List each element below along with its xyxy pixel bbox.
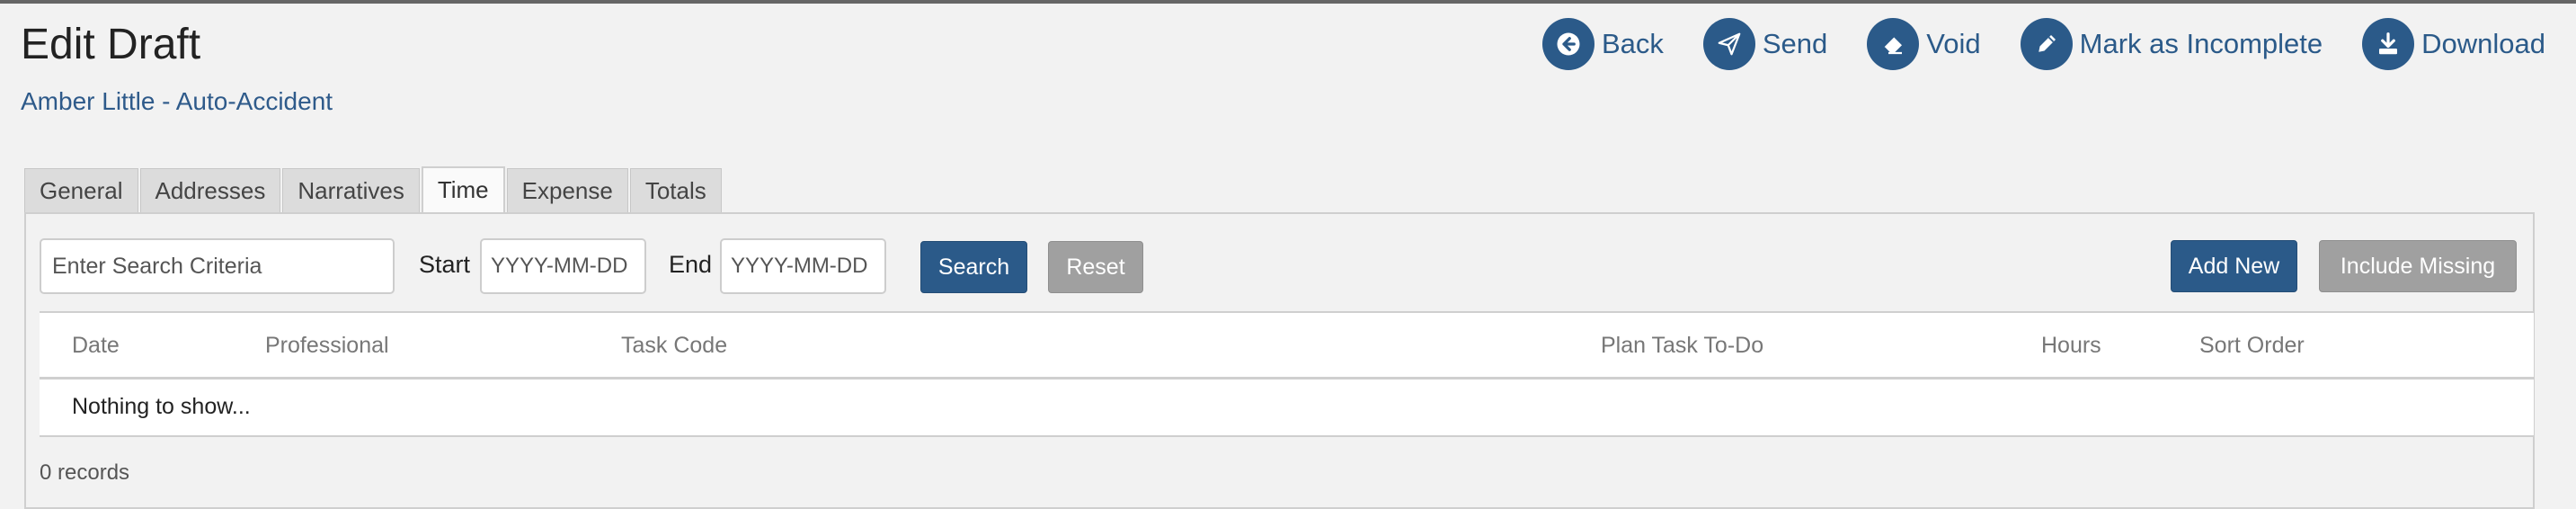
- void-label: Void: [1926, 28, 1981, 59]
- download-icon: [2362, 18, 2415, 70]
- time-table: Date Professional Task Code Plan Task To…: [40, 311, 2534, 437]
- action-toolbar: Back Send Void Mark as Incomplete Downlo…: [1541, 18, 2545, 70]
- end-date-input[interactable]: [720, 238, 886, 294]
- send-label: Send: [1762, 28, 1828, 59]
- tab-bar: General Addresses Narratives Time Expens…: [24, 166, 724, 212]
- tab-general[interactable]: General: [24, 168, 138, 212]
- tab-time[interactable]: Time: [421, 166, 505, 212]
- record-count: 0 records: [40, 460, 130, 485]
- tab-narratives[interactable]: Narratives: [282, 168, 420, 212]
- table-header: Date Professional Task Code Plan Task To…: [40, 313, 2534, 380]
- mark-incomplete-button[interactable]: Mark as Incomplete: [2020, 18, 2323, 70]
- send-button[interactable]: Send: [1702, 18, 1828, 70]
- back-label: Back: [1601, 28, 1664, 59]
- paper-plane-icon: [1702, 18, 1755, 70]
- column-task-code[interactable]: Task Code: [621, 333, 727, 359]
- column-sort-order[interactable]: Sort Order: [2199, 333, 2305, 359]
- empty-message: Nothing to show...: [72, 394, 251, 419]
- arrow-left-icon: [1541, 18, 1594, 70]
- back-button[interactable]: Back: [1541, 18, 1664, 70]
- start-date-input[interactable]: [480, 238, 646, 294]
- case-link[interactable]: Amber Little - Auto-Accident: [21, 87, 333, 116]
- add-new-button[interactable]: Add New: [2171, 240, 2297, 292]
- search-input[interactable]: [40, 238, 395, 294]
- page-title: Edit Draft: [21, 21, 201, 68]
- column-professional[interactable]: Professional: [265, 333, 389, 359]
- search-button[interactable]: Search: [920, 241, 1027, 293]
- mark-incomplete-label: Mark as Incomplete: [2079, 28, 2323, 59]
- download-button[interactable]: Download: [2362, 18, 2545, 70]
- tab-expense[interactable]: Expense: [506, 168, 628, 212]
- start-label: Start: [419, 251, 471, 278]
- reset-button[interactable]: Reset: [1048, 241, 1143, 293]
- table-row: Nothing to show...: [40, 380, 2534, 435]
- pencil-icon: [2020, 18, 2073, 70]
- column-plan-task-todo[interactable]: Plan Task To-Do: [1601, 333, 1763, 359]
- eraser-icon: [1867, 18, 1920, 70]
- tab-totals[interactable]: Totals: [629, 168, 722, 212]
- column-hours[interactable]: Hours: [2041, 333, 2101, 359]
- download-label: Download: [2421, 28, 2545, 59]
- include-missing-button[interactable]: Include Missing: [2319, 240, 2517, 292]
- tab-addresses[interactable]: Addresses: [139, 168, 281, 212]
- column-date[interactable]: Date: [72, 333, 120, 359]
- void-button[interactable]: Void: [1867, 18, 1981, 70]
- end-label: End: [669, 251, 713, 278]
